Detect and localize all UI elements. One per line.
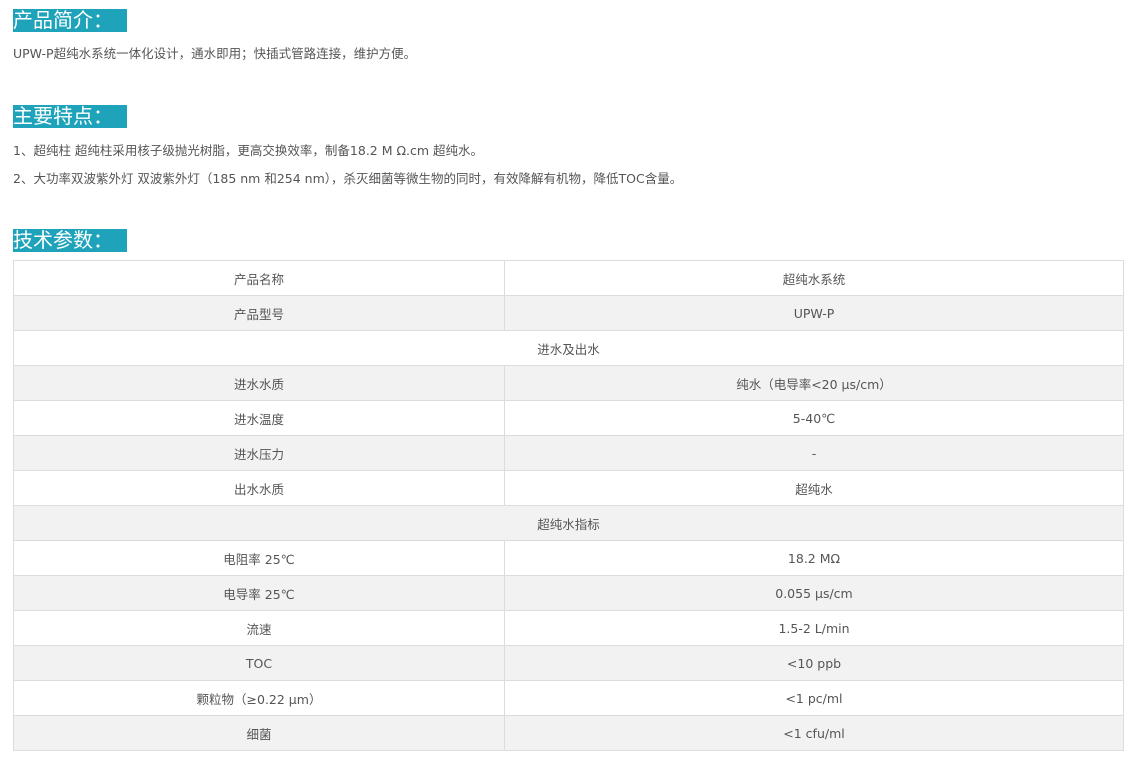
spec-value: 超纯水 [504,470,1124,506]
spec-value: 5-40℃ [504,400,1124,436]
features-heading: 主要特点： [13,105,127,128]
feature-item-1: 1、超纯柱 超纯柱采用核子级抛光树脂，更高交换效率，制备18.2 M Ω.cm … [13,143,484,158]
spec-value: <1 cfu/ml [504,715,1124,751]
table-row: 进水水质 纯水（电导率<20 μs/cm） [13,365,1124,401]
table-section-row: 进水及出水 [13,330,1124,366]
table-row: 颗粒物（≥0.22 μm） <1 pc/ml [13,680,1124,716]
spec-value: <10 ppb [504,645,1124,681]
intro-heading: 产品简介： [13,9,127,32]
spec-label: 出水水质 [13,470,505,506]
table-row: 电导率 25℃ 0.055 μs/cm [13,575,1124,611]
table-row: 进水压力 - [13,435,1124,471]
spec-value: <1 pc/ml [504,680,1124,716]
table-row: 细菌 <1 cfu/ml [13,715,1124,751]
spec-label: 进水温度 [13,400,505,436]
table-row: 电阻率 25℃ 18.2 MΩ [13,540,1124,576]
spec-value: - [504,435,1124,471]
section-title: 超纯水指标 [13,505,1124,541]
table-row: 产品型号 UPW-P [13,295,1124,331]
table-row: TOC <10 ppb [13,645,1124,681]
feature-item-2: 2、大功率双波紫外灯 双波紫外灯（185 nm 和254 nm），杀灭细菌等微生… [13,171,683,186]
spec-label: 产品名称 [13,260,505,296]
spec-value: UPW-P [504,295,1124,331]
spec-label: 电阻率 25℃ [13,540,505,576]
table-row: 出水水质 超纯水 [13,470,1124,506]
table-section-row: 超纯水指标 [13,505,1124,541]
spec-table: 产品名称 超纯水系统 产品型号 UPW-P 进水及出水 进水水质 纯水（电导率<… [13,260,1124,751]
intro-text: UPW-P超纯水系统一体化设计，通水即用；快插式管路连接，维护方便。 [13,46,417,61]
spec-value: 18.2 MΩ [504,540,1124,576]
spec-value: 超纯水系统 [504,260,1124,296]
spec-label: 进水压力 [13,435,505,471]
spec-label: 颗粒物（≥0.22 μm） [13,680,505,716]
spec-value: 纯水（电导率<20 μs/cm） [504,365,1124,401]
spec-label: 产品型号 [13,295,505,331]
specs-heading: 技术参数： [13,229,127,252]
spec-label: 流速 [13,610,505,646]
table-row: 进水温度 5-40℃ [13,400,1124,436]
section-title: 进水及出水 [13,330,1124,366]
spec-label: TOC [13,645,505,681]
spec-label: 电导率 25℃ [13,575,505,611]
spec-label: 进水水质 [13,365,505,401]
table-row: 流速 1.5-2 L/min [13,610,1124,646]
table-row: 产品名称 超纯水系统 [13,260,1124,296]
spec-value: 1.5-2 L/min [504,610,1124,646]
spec-value: 0.055 μs/cm [504,575,1124,611]
spec-label: 细菌 [13,715,505,751]
